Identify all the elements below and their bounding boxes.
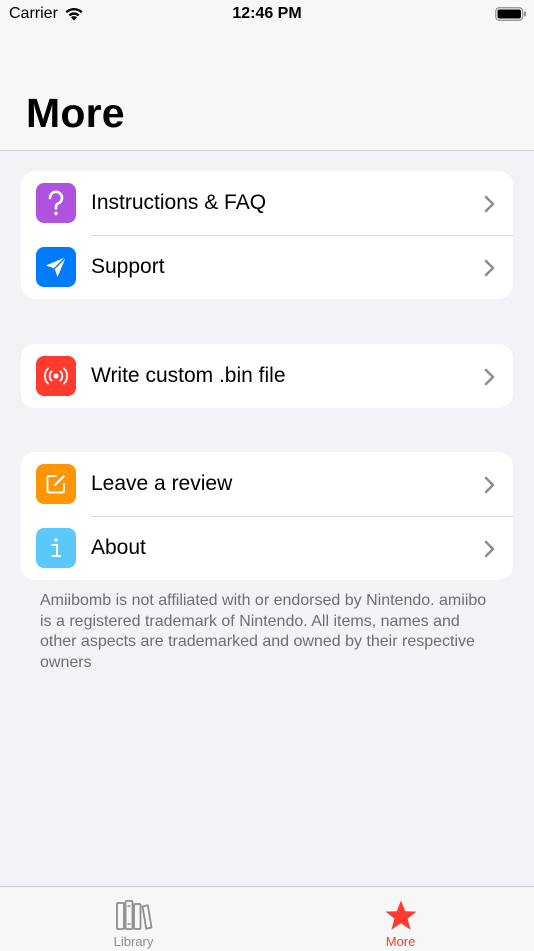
row-label: Instructions & FAQ [91,191,267,214]
tab-bar: Library More [0,886,534,951]
row-label: Support [91,255,165,278]
question-mark-icon [36,183,76,223]
books-icon [115,900,152,930]
star-icon [385,900,416,930]
tab-label: Library [113,934,154,949]
row-label: Write custom .bin file [91,364,286,387]
row-leave-review[interactable]: Leave a review [21,452,513,516]
tab-label: More [385,934,416,949]
status-time: 12:46 PM [232,5,302,22]
compose-icon [36,464,76,504]
row-label: About [91,536,146,559]
chevron-right-icon [484,476,495,494]
settings-group-help: Instructions & FAQ Support [21,171,513,299]
tab-library[interactable]: Library [0,887,267,951]
settings-group-info: Leave a review About [21,452,513,580]
status-bar: Carrier 12:46 PM [0,0,534,30]
chevron-right-icon [484,195,495,213]
settings-group-write: Write custom .bin file [21,344,513,408]
chevron-right-icon [484,540,495,558]
info-icon [36,528,76,568]
row-write-custom-bin[interactable]: Write custom .bin file [21,344,513,408]
chevron-right-icon [484,259,495,277]
row-support[interactable]: Support [21,235,513,299]
tab-more[interactable]: More [267,887,534,951]
row-about[interactable]: About [21,516,513,580]
chevron-right-icon [484,368,495,386]
page-title: More [26,90,125,136]
nfc-broadcast-icon [36,356,76,396]
battery-icon [495,7,526,21]
row-instructions-faq[interactable]: Instructions & FAQ [21,171,513,235]
navigation-header: More [0,30,534,151]
disclaimer-text: Amiibomb is not affiliated with or endor… [40,592,487,671]
paper-plane-icon [36,247,76,287]
row-label: Leave a review [91,472,233,495]
